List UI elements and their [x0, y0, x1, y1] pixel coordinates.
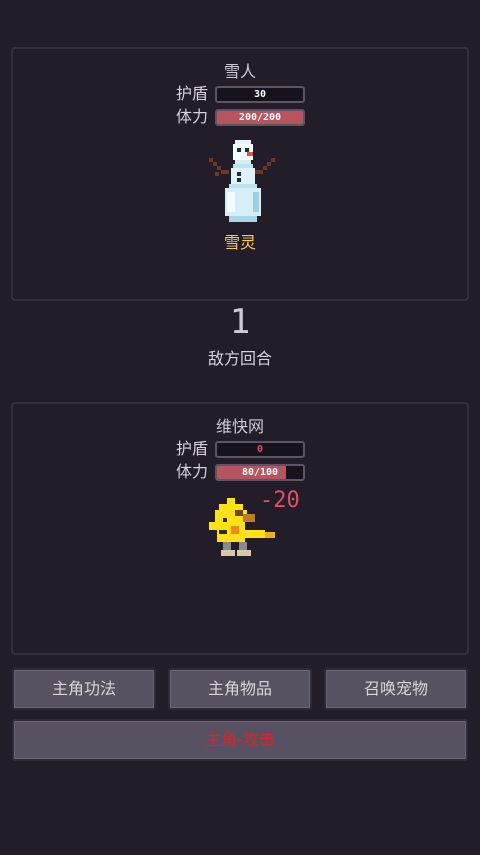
enemy-hp-label: 体力: [176, 107, 209, 126]
turn-label: 敌方回合: [207, 349, 272, 368]
player-shield-label: 护盾: [176, 439, 209, 458]
enemy-shield-label: 护盾: [176, 84, 209, 103]
summon-pet-button[interactable]: 召唤宠物: [324, 668, 468, 710]
enemy-hp-value: 200/200: [238, 112, 282, 123]
player-hp-label: 体力: [176, 462, 209, 481]
damage-popup: -20: [260, 488, 300, 513]
enemy-hp-bar: 200/200: [215, 109, 305, 126]
player-shield-value: 0: [256, 444, 264, 455]
enemy-shield-value: 30: [253, 89, 267, 100]
attack-button[interactable]: 主角-攻击: [12, 719, 468, 761]
enemy-name: 雪人: [223, 62, 256, 81]
player-hp-value: 80/100: [241, 467, 279, 478]
items-button[interactable]: 主角物品: [168, 668, 312, 710]
player-name: 维快网: [215, 417, 264, 436]
player-panel: 维快网 护盾 0 体力 80/100: [11, 402, 469, 655]
player-shield-bar: 0: [215, 441, 305, 458]
player-hp-bar: 80/100: [215, 464, 305, 481]
enemy-panel: 雪人 护盾 30 体力 200/200 雪灵: [11, 47, 469, 301]
snowman-icon[interactable]: [209, 140, 275, 226]
enemy-species: 雪灵: [223, 233, 256, 252]
enemy-shield-bar: 30: [215, 86, 305, 103]
skills-button[interactable]: 主角功法: [12, 668, 156, 710]
turn-number: 1: [229, 302, 251, 342]
